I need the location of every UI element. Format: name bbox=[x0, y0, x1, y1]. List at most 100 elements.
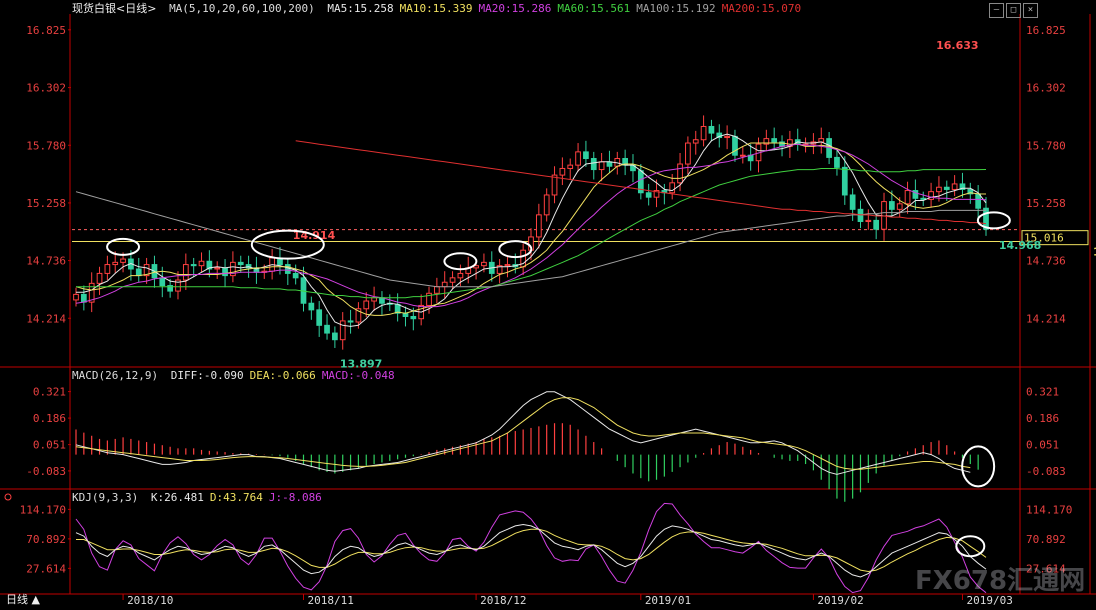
watermark: FX678汇通网 bbox=[915, 566, 1086, 596]
candle-body bbox=[222, 267, 228, 277]
x-axis-label: 2019/02 bbox=[817, 594, 863, 606]
candle-body bbox=[936, 186, 942, 193]
candle-body bbox=[237, 261, 244, 266]
candle-body bbox=[857, 208, 864, 222]
highlight-ellipse bbox=[976, 211, 1011, 230]
candle-body bbox=[159, 277, 166, 287]
kdj-value-2: J:-8.086 bbox=[268, 491, 322, 504]
x-axis-label: 2018/12 bbox=[480, 594, 526, 606]
price-axis-tick-right: 15.258 bbox=[1026, 197, 1066, 210]
macd-axis-tick-right: 0.321 bbox=[1026, 386, 1059, 399]
kdj-values: K:26.481 D:43.764 J:-8.086 bbox=[151, 491, 328, 504]
price-axis-tick-left: 16.302 bbox=[26, 82, 66, 95]
macd-value-1: DEA:-0.066 bbox=[249, 369, 316, 382]
candle-body bbox=[182, 264, 189, 281]
candle-body bbox=[873, 219, 880, 230]
price-axis-tick-right: 16.825 bbox=[1026, 24, 1066, 37]
candle-body bbox=[708, 125, 715, 134]
macd-axis-tick-left: 0.321 bbox=[33, 386, 66, 399]
candle-body bbox=[543, 194, 550, 216]
kdj-label: KDJ(9,3,3) bbox=[72, 491, 139, 504]
candle-body bbox=[834, 156, 840, 168]
candle-body bbox=[308, 302, 315, 311]
candle-body bbox=[434, 286, 440, 294]
candle-body bbox=[190, 264, 197, 267]
candle-body bbox=[677, 163, 683, 184]
candle-body bbox=[292, 272, 299, 279]
candle-body bbox=[920, 197, 927, 200]
candle-body bbox=[904, 190, 911, 205]
candle-body bbox=[559, 167, 566, 176]
price-axis-tick-right: 14.214 bbox=[1026, 312, 1066, 325]
x-axis-label: 2019/01 bbox=[645, 594, 691, 606]
macd-label: MACD(26,12,9) bbox=[72, 369, 159, 382]
candle-body bbox=[316, 309, 323, 326]
kdj-axis-tick-right: 114.170 bbox=[1026, 503, 1072, 516]
candle-body bbox=[669, 182, 676, 194]
kdj-panel-header: KDJ(9,3,3) K:26.481 D:43.764 J:-8.086 bbox=[72, 491, 334, 505]
candle-body bbox=[975, 193, 982, 209]
price-annotation: 16.633 bbox=[936, 39, 978, 52]
candle-body bbox=[739, 154, 746, 157]
macd-panel-header: MACD(26,12,9) DIFF:-0.090 DEA:-0.066 MACD:… bbox=[72, 369, 407, 383]
macd-value-2: MACD:-0.048 bbox=[321, 369, 395, 382]
candle-body bbox=[363, 300, 370, 310]
kline-chart: 16.825 16.825 16.302 16.302 15.780 15.780 15.2… bbox=[0, 0, 1096, 607]
candle-body bbox=[96, 272, 103, 284]
candle-body bbox=[583, 151, 589, 160]
candle-body bbox=[504, 264, 511, 267]
macd-values: DIFF:-0.090 DEA:-0.066 MACD:-0.048 bbox=[171, 369, 401, 382]
price-annotation: 14.968 bbox=[999, 239, 1041, 252]
kdj-marker-icon bbox=[4, 493, 12, 501]
period-tab[interactable]: 日线 ▲ bbox=[0, 594, 40, 606]
candle-body bbox=[214, 267, 221, 270]
candle-body bbox=[371, 297, 377, 302]
ma-value-4: MA100:15.192 bbox=[636, 2, 716, 15]
price-panel-header: 现货白银<日线> MA(5,10,20,60,100,200) MA5:15.2… bbox=[72, 2, 813, 16]
macd-axis-tick-left: -0.083 bbox=[26, 465, 66, 478]
candle-body bbox=[692, 139, 699, 144]
price-axis-tick-left: 14.736 bbox=[26, 255, 66, 268]
price-axis-tick-left: 15.258 bbox=[26, 197, 66, 210]
price-axis-tick-left: 14.214 bbox=[26, 312, 66, 325]
candle-body bbox=[535, 214, 542, 238]
candle-body bbox=[567, 164, 574, 169]
candle-body bbox=[943, 186, 950, 190]
candle-body bbox=[841, 166, 848, 196]
candle-body bbox=[324, 324, 330, 334]
candle-body bbox=[73, 293, 79, 301]
ma-values: MA5:15.258 MA10:15.339 MA20:15.286 MA60:15.… bbox=[327, 2, 807, 15]
candle-body bbox=[449, 277, 456, 283]
kdj-axis-tick-left: 70.892 bbox=[26, 533, 66, 546]
candle-body bbox=[441, 281, 448, 288]
candle-body bbox=[104, 264, 111, 274]
ma-value-0: MA5:15.258 bbox=[327, 2, 394, 15]
candle-body bbox=[685, 142, 691, 165]
candle-body bbox=[284, 264, 291, 274]
candle-body bbox=[849, 194, 856, 210]
price-axis-tick-right: 15.780 bbox=[1026, 139, 1066, 152]
candle-body bbox=[135, 268, 142, 277]
price-axis-tick-right: 14.736 bbox=[1026, 255, 1066, 268]
candle-body bbox=[951, 183, 958, 190]
minimize-button[interactable]: – bbox=[989, 3, 1004, 18]
candle-body bbox=[889, 201, 895, 210]
candle-body bbox=[645, 192, 652, 198]
kdj-axis-tick-right: 70.892 bbox=[1026, 533, 1066, 546]
candle-body bbox=[80, 293, 87, 303]
candle-body bbox=[575, 151, 581, 166]
candle-body bbox=[457, 272, 464, 279]
close-button[interactable]: × bbox=[1023, 3, 1038, 18]
price-axis-tick-right: 16.302 bbox=[1026, 82, 1066, 95]
candle-body bbox=[112, 261, 119, 266]
period-tab-label: 日线 bbox=[6, 593, 28, 606]
chart-title: 现货白银<日线> bbox=[72, 2, 157, 15]
kdj-axis-tick-left: 114.170 bbox=[20, 503, 66, 516]
candle-body bbox=[339, 320, 346, 341]
macd-axis-tick-right: 0.051 bbox=[1026, 439, 1059, 452]
macd-axis-tick-right: -0.083 bbox=[1026, 465, 1066, 478]
candle-body bbox=[481, 261, 487, 267]
maximize-button[interactable]: □ bbox=[1006, 3, 1021, 18]
candle-body bbox=[732, 135, 738, 156]
macd-axis-tick-right: 0.186 bbox=[1026, 412, 1059, 425]
